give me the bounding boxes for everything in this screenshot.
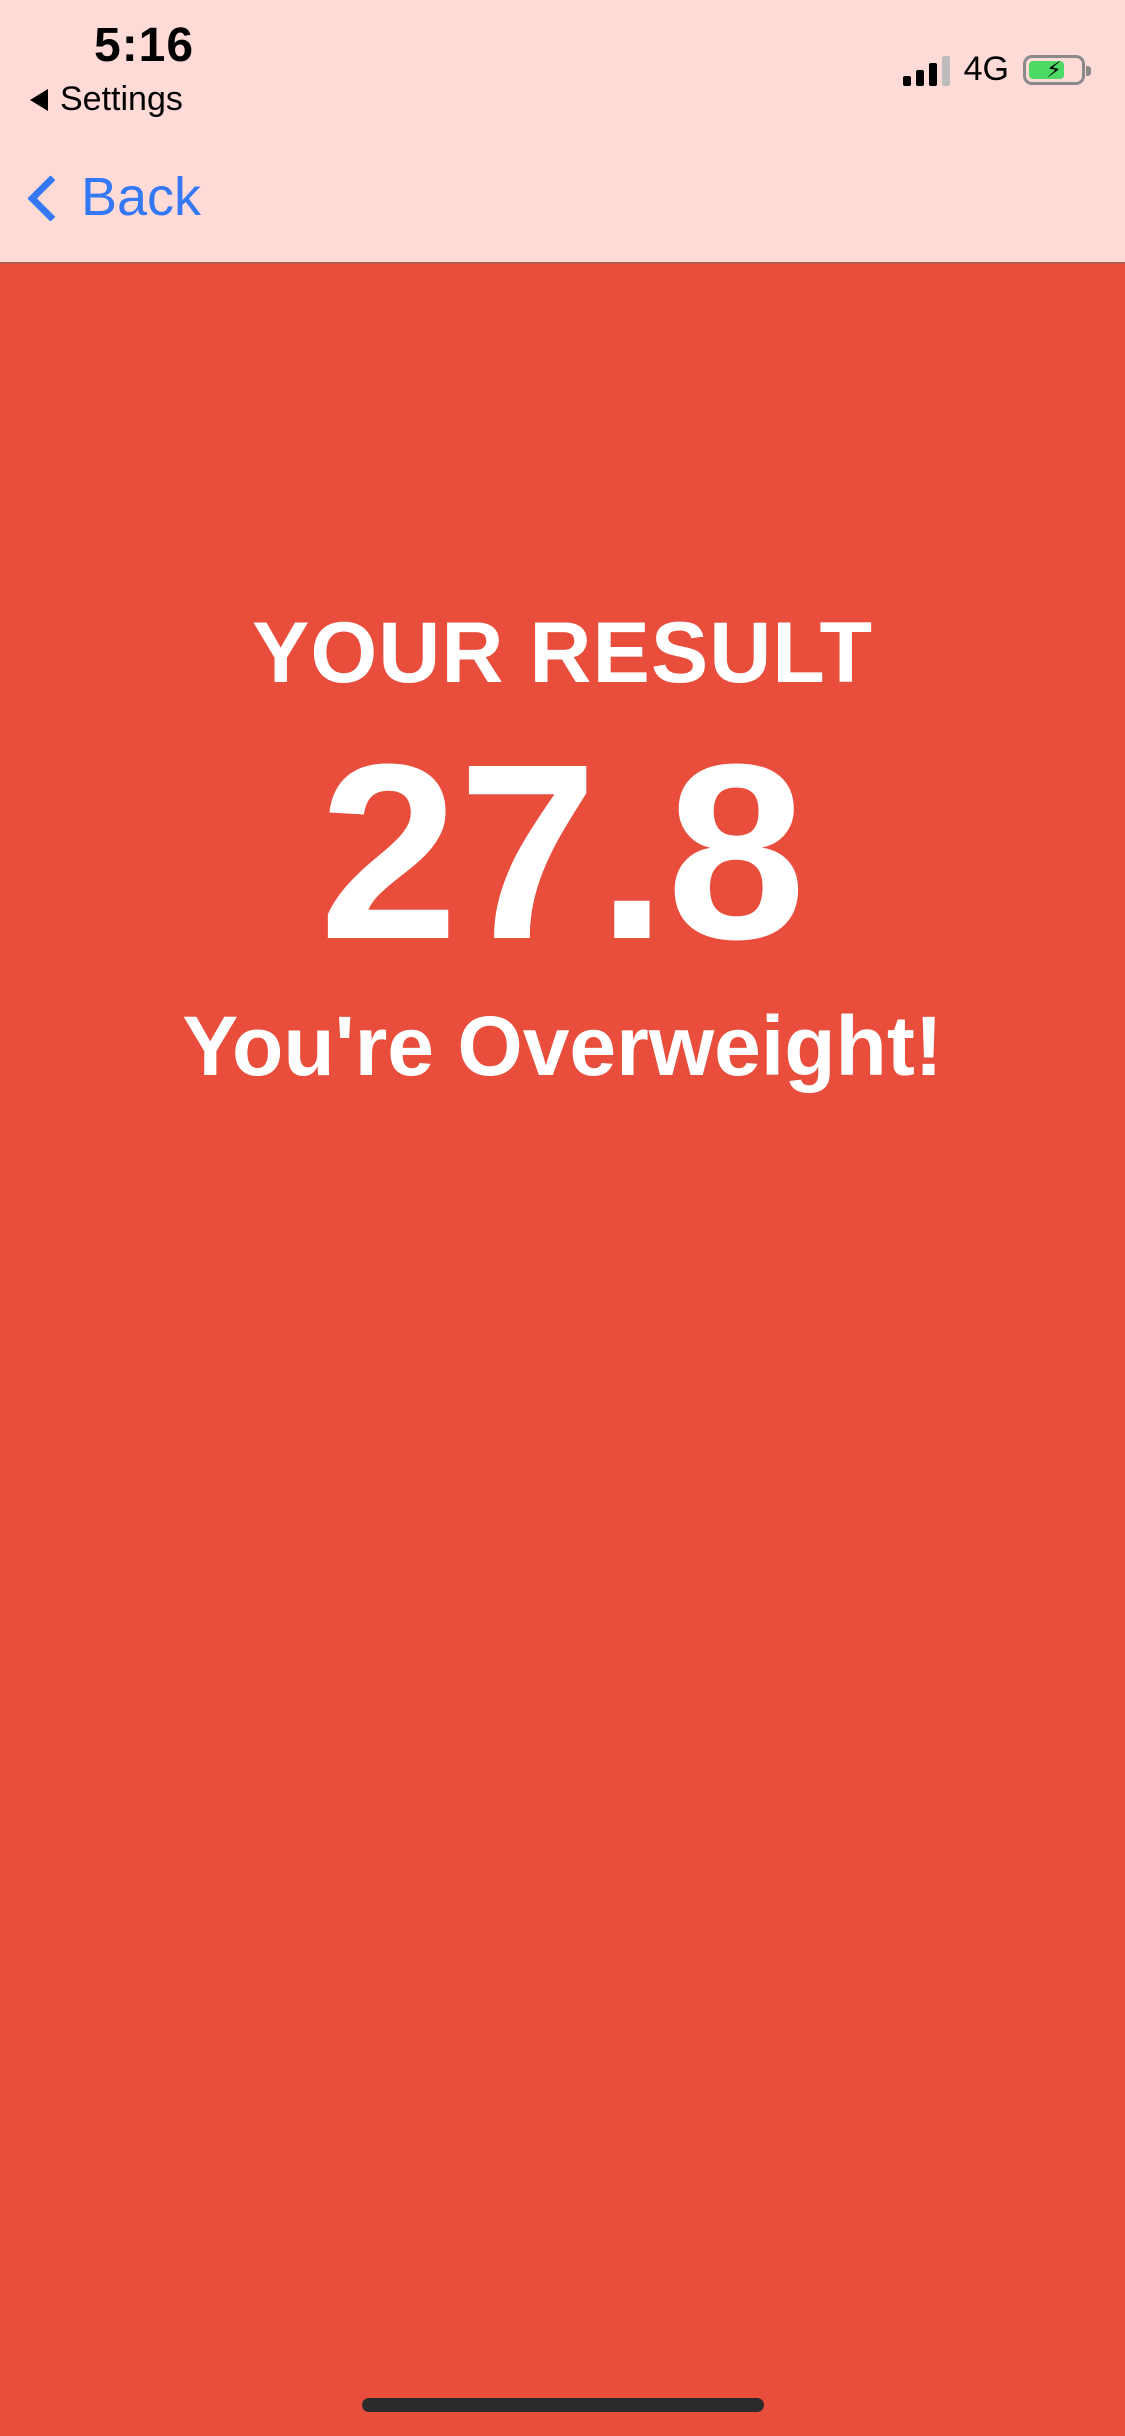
top-bar: 5:16 Settings 4G ⚡ Back: [0, 0, 1125, 264]
result-panel: YOUR RESULT 27.8 You're Overweight!: [0, 264, 1125, 1095]
charging-bolt-icon: ⚡: [1046, 56, 1062, 82]
chevron-left-icon: [27, 174, 74, 222]
result-title: YOUR RESULT: [252, 605, 873, 701]
battery-icon: ⚡: [1023, 54, 1091, 85]
back-button-label: Back: [81, 167, 202, 227]
status-indicators: 4G ⚡: [902, 50, 1091, 89]
cellular-signal-icon: [902, 54, 950, 86]
bmi-value: 27.8: [319, 712, 806, 991]
network-type: 4G: [963, 50, 1009, 88]
home-indicator[interactable]: [362, 2398, 764, 2412]
battery-cap: [1086, 65, 1091, 76]
back-app-label: Settings: [60, 80, 183, 118]
back-button[interactable]: Back: [22, 166, 201, 228]
back-to-settings-link[interactable]: Settings: [30, 80, 183, 119]
result-message: You're Overweight!: [182, 998, 943, 1093]
status-time: 5:16: [94, 19, 195, 72]
back-triangle-icon: [30, 88, 48, 111]
